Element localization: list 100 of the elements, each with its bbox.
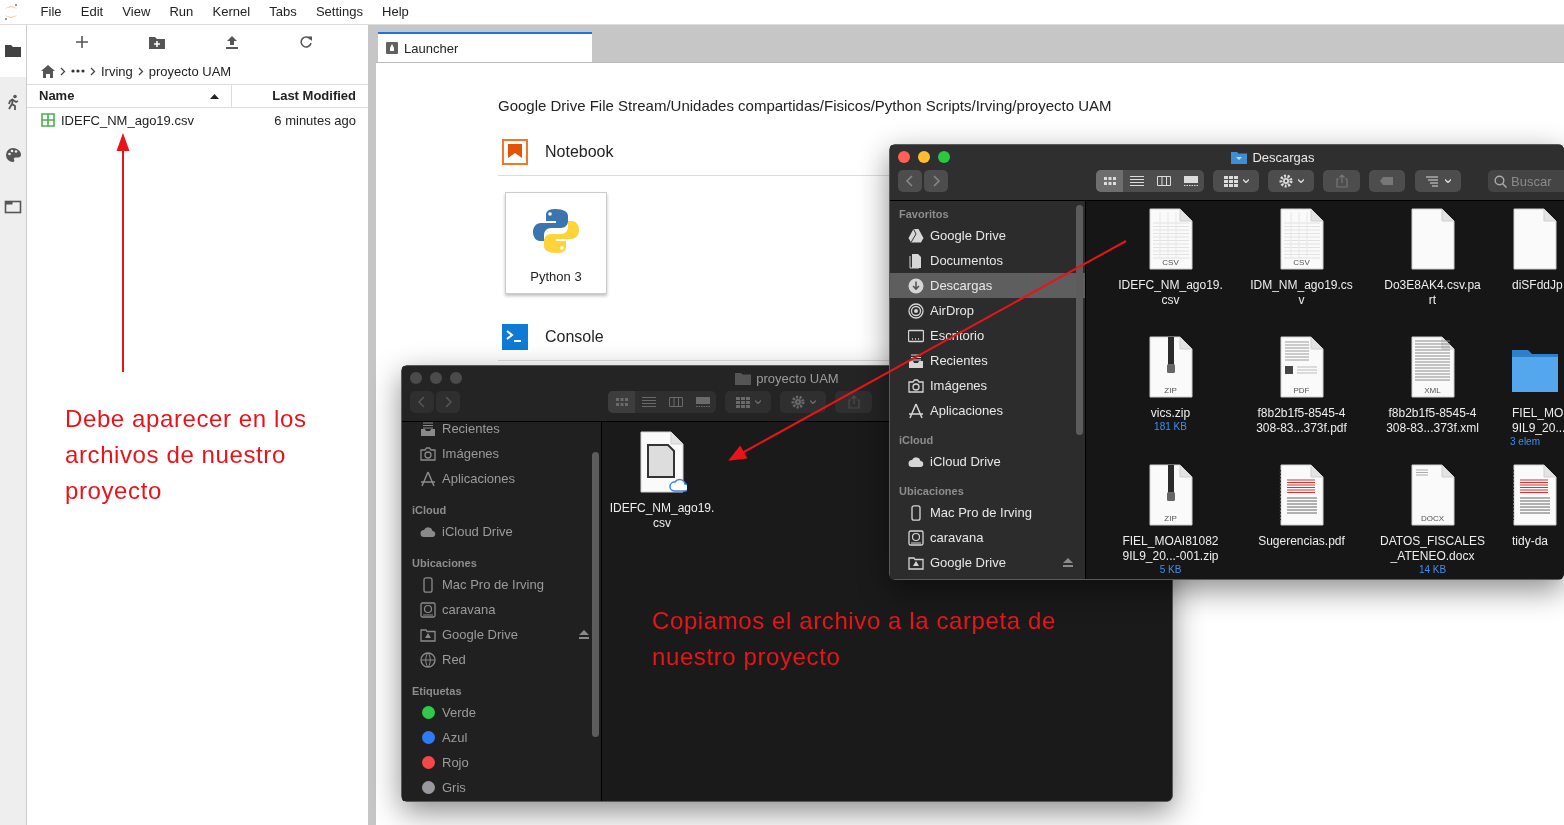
drive-icon xyxy=(908,227,924,244)
columns-icon xyxy=(667,395,684,409)
chevron-down-icon xyxy=(755,400,761,404)
drive-icon xyxy=(908,554,924,571)
sidebar-item[interactable]: Aplicaciones xyxy=(890,398,1085,423)
file-name[interactable]: IDEFC_NM_ago19. csv xyxy=(1116,278,1225,308)
menu-item[interactable]: Settings xyxy=(306,0,373,24)
refresh-icon[interactable] xyxy=(299,34,313,49)
list-icon xyxy=(1128,174,1145,188)
directory-path: Google Drive File Stream/Unidades compartidas/Fisicos/Python Scripts/Irving/proyecto UAM xyxy=(498,97,1113,115)
new-folder-icon[interactable] xyxy=(149,34,165,49)
columns-icon xyxy=(1155,174,1172,188)
home-icon[interactable] xyxy=(41,64,55,78)
grid-icon xyxy=(613,395,630,409)
file-name[interactable]: Do3E8AK4.csv.pa rt xyxy=(1382,278,1483,308)
chevron-down-icon xyxy=(1243,179,1249,183)
desktop-icon xyxy=(908,327,924,344)
action-button[interactable] xyxy=(1268,170,1314,192)
sidebar-item[interactable]: Mac Pro de Irving xyxy=(890,500,1085,525)
menu-item[interactable]: View xyxy=(112,0,160,24)
sidebar-item[interactable]: Descargas xyxy=(890,273,1085,298)
file-name[interactable]: tidy-da xyxy=(1510,534,1551,549)
tab[interactable]: Launcher xyxy=(378,32,592,62)
menu-item[interactable]: Edit xyxy=(71,0,113,24)
apps-icon xyxy=(908,402,924,419)
file-name[interactable]: diSFddJp xyxy=(1510,278,1564,293)
tag-button[interactable] xyxy=(1369,170,1405,192)
sidebar-item[interactable]: AirDrop xyxy=(890,298,1085,323)
file-name[interactable]: vics.zip xyxy=(1148,406,1193,421)
file-name[interactable]: FIEL_MO 9IL9_20... xyxy=(1510,406,1564,436)
file-name[interactable]: FIEL_MOAI81082 9IL9_20...-001.zip xyxy=(1120,534,1221,564)
back-button[interactable] xyxy=(898,170,922,192)
sidebar-item[interactable]: Google Drive xyxy=(890,550,1085,575)
tag-icon xyxy=(1379,174,1395,188)
chevron-down-icon xyxy=(1298,179,1304,183)
file-name[interactable]: Sugerencias.pdf xyxy=(1256,534,1347,549)
eject-icon xyxy=(1063,558,1073,567)
upload-icon[interactable] xyxy=(225,34,239,49)
file-size: 5 KB xyxy=(1159,564,1182,576)
globe-icon xyxy=(420,651,436,668)
chevron-icon xyxy=(90,66,96,76)
icon-view-button[interactable] xyxy=(1096,170,1123,192)
file-size: 3 elem xyxy=(1510,436,1540,448)
rocket-icon xyxy=(386,42,398,54)
column-header[interactable]: Last Modified xyxy=(232,85,368,107)
list-icon xyxy=(640,395,657,409)
sidebar-item[interactable]: Recientes xyxy=(890,348,1085,373)
apps-icon xyxy=(420,470,436,487)
file-name[interactable]: f8b2b1f5-8545-4 308-83...373f.xml xyxy=(1384,406,1481,436)
tabs-icon xyxy=(4,198,22,216)
menu-item[interactable]: File xyxy=(31,0,72,24)
close-button[interactable] xyxy=(898,151,910,163)
minimize-button[interactable] xyxy=(918,151,930,163)
sort-button[interactable] xyxy=(1415,170,1461,192)
spreadsheet-icon xyxy=(41,113,55,127)
menu-item[interactable]: Help xyxy=(372,0,419,24)
scroll-thumb[interactable] xyxy=(1076,205,1083,435)
section-heading: iCloud xyxy=(411,503,448,518)
document-preview-icon[interactable] xyxy=(1276,464,1327,526)
search-icon xyxy=(1494,174,1507,188)
airdrop-icon xyxy=(908,302,924,319)
terminal-icon xyxy=(502,324,528,350)
grid-icon xyxy=(735,395,751,409)
jupyter-logo-icon xyxy=(3,3,19,21)
column-header[interactable]: Name xyxy=(27,85,232,107)
zoom-button[interactable] xyxy=(938,151,950,163)
annotation-text: Debe aparecer en los archivos de nuestro proyecto xyxy=(65,404,308,506)
file-name[interactable]: DATOS_FISCALES _ATENEO.docx xyxy=(1378,534,1487,564)
ellipsis-icon[interactable] xyxy=(71,69,85,73)
file-size: 181 KB xyxy=(1154,421,1187,433)
file-type-label: XML xyxy=(1423,386,1442,395)
launcher-card[interactable]: Python 3 xyxy=(505,192,607,294)
sidebar-item[interactable]: Google Drive xyxy=(890,223,1085,248)
breadcrumb[interactable]: proyecto UAM xyxy=(148,63,232,79)
window-title: proyecto UAM xyxy=(756,370,839,386)
plus-icon[interactable] xyxy=(75,34,89,49)
sidebar-tab[interactable] xyxy=(0,25,26,77)
window-title: Descargas xyxy=(1252,149,1315,165)
gallery-icon xyxy=(694,395,711,409)
blank-document-icon[interactable] xyxy=(1510,208,1560,270)
tray-icon xyxy=(420,422,436,437)
document-preview-icon[interactable] xyxy=(1510,464,1560,526)
sidebar-item[interactable]: iCloud Drive xyxy=(890,449,1085,474)
group-button[interactable] xyxy=(1213,170,1259,192)
chevron-down-icon xyxy=(1445,179,1451,183)
device-icon xyxy=(908,504,924,521)
file-name[interactable]: f8b2b1f5-8545-4 308-83...373f.pdf xyxy=(1254,406,1349,436)
file-name[interactable]: IDM_NM_ago19.cs v xyxy=(1248,278,1355,308)
menu-item[interactable]: Run xyxy=(159,0,203,24)
chevron-icon xyxy=(137,66,144,76)
sidebar-item[interactable]: Documentos xyxy=(890,248,1085,273)
sidebar-item[interactable]: Imágenes xyxy=(890,373,1085,398)
search-field[interactable]: Buscar xyxy=(1488,170,1564,192)
tray-icon xyxy=(908,352,924,369)
menu-item[interactable]: Kernel xyxy=(202,0,260,24)
menu-item[interactable]: Tabs xyxy=(259,0,307,24)
sidebar-item[interactable]: caravana xyxy=(890,525,1085,550)
forward-button[interactable] xyxy=(924,170,948,192)
file-name[interactable]: IDEFC_NM_ago19.csv xyxy=(61,112,194,128)
breadcrumb[interactable]: Irving xyxy=(101,63,133,79)
